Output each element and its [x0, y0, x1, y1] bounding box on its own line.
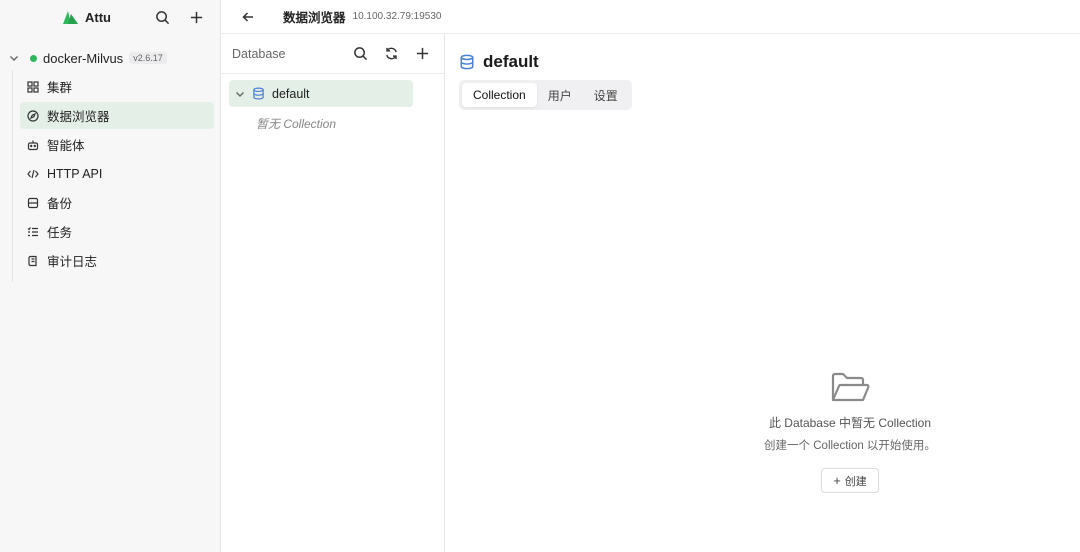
sidebar-item-label: HTTP API — [47, 166, 103, 181]
sidebar-item-label: 任务 — [47, 226, 73, 240]
database-panel-header: Database — [221, 34, 444, 74]
database-tree-item[interactable]: default — [229, 80, 413, 107]
sidebar-item-label: 智能体 — [47, 139, 85, 153]
tree-line — [12, 70, 13, 282]
attu-logo-icon — [63, 10, 78, 24]
code-icon — [27, 169, 39, 178]
add-database-button[interactable] — [412, 44, 432, 64]
sidebar-item-backup[interactable]: 备份 — [20, 189, 214, 216]
version-badge: v2.6.17 — [129, 52, 167, 64]
refresh-icon — [385, 47, 397, 60]
empty-state-subtitle: 创建一个 Collection 以开始使用。 — [764, 440, 936, 452]
sidebar-item-audit-log[interactable]: 审计日志 — [20, 247, 214, 274]
compass-icon — [27, 109, 39, 122]
sidebar-item-tasks[interactable]: 任务 — [20, 218, 214, 245]
back-arrow-icon[interactable] — [241, 10, 255, 24]
sidebar-item-label: 数据浏览器 — [47, 110, 110, 124]
database-name: default — [272, 86, 310, 101]
empty-collection-text: 暂无 Collection — [256, 117, 337, 131]
status-dot — [30, 54, 37, 62]
tab-collection[interactable]: Collection — [462, 83, 537, 107]
sidebar: Attu docker-Milvus v2.6.17 集群 数据浏览器 智能体 — [0, 0, 221, 552]
create-button-label: 创建 — [844, 475, 867, 488]
tab-bar: Collection 用户 设置 — [459, 80, 632, 110]
grid-icon — [27, 80, 39, 93]
search-button[interactable] — [152, 7, 172, 27]
log-icon — [28, 255, 37, 266]
add-connection-button[interactable] — [186, 7, 206, 27]
sidebar-item-label: 备份 — [47, 197, 73, 211]
page-title: 数据浏览器 — [283, 11, 346, 25]
plus-icon: + — [833, 473, 841, 488]
sidebar-item-agent[interactable]: 智能体 — [20, 131, 214, 158]
backup-icon — [27, 197, 39, 208]
plus-icon — [416, 47, 428, 60]
content-header: default — [459, 52, 539, 72]
tab-settings[interactable]: 设置 — [583, 83, 629, 107]
sidebar-item-http-api[interactable]: HTTP API — [20, 160, 214, 187]
database-icon — [253, 87, 264, 100]
instance-name: docker-Milvus — [43, 50, 124, 66]
robot-icon — [27, 140, 39, 150]
database-panel: Database default 暂无 Collection — [221, 34, 445, 552]
top-bar: 数据浏览器 10.100.32.79:19530 — [221, 0, 1080, 34]
sidebar-header: Attu — [0, 0, 220, 34]
empty-state: 此 Database 中暂无 Collection 创建一个 Collectio… — [745, 370, 955, 493]
app-title: Attu — [85, 9, 111, 25]
chevron-down-icon — [10, 56, 18, 61]
database-panel-title: Database — [232, 46, 286, 61]
empty-state-title: 此 Database 中暂无 Collection — [768, 416, 932, 430]
sidebar-item-label: 集群 — [47, 81, 73, 95]
content-title: default — [483, 52, 539, 71]
search-database-button[interactable] — [350, 44, 370, 64]
main-content: default Collection 用户 设置 此 Database 中暂无 … — [445, 34, 1080, 552]
sidebar-item-data-browser[interactable]: 数据浏览器 — [20, 102, 214, 129]
connection-address: 10.100.32.79:19530 — [352, 11, 442, 22]
plus-icon — [190, 11, 202, 23]
folder-open-icon — [831, 372, 870, 402]
refresh-button[interactable] — [381, 44, 401, 64]
tab-users[interactable]: 用户 — [537, 83, 583, 107]
database-icon — [460, 54, 474, 70]
sidebar-item-label: 审计日志 — [47, 255, 98, 269]
chevron-down-icon[interactable] — [234, 88, 246, 100]
sidebar-nav: 集群 数据浏览器 智能体 HTTP API 备份 任务 审计日志 — [20, 73, 214, 276]
create-collection-button[interactable]: + 创建 — [821, 468, 879, 493]
sidebar-item-cluster[interactable]: 集群 — [20, 73, 214, 100]
search-icon — [353, 47, 367, 61]
instance-row[interactable]: docker-Milvus v2.6.17 — [8, 48, 212, 68]
search-icon — [155, 10, 169, 24]
list-icon — [27, 226, 38, 236]
